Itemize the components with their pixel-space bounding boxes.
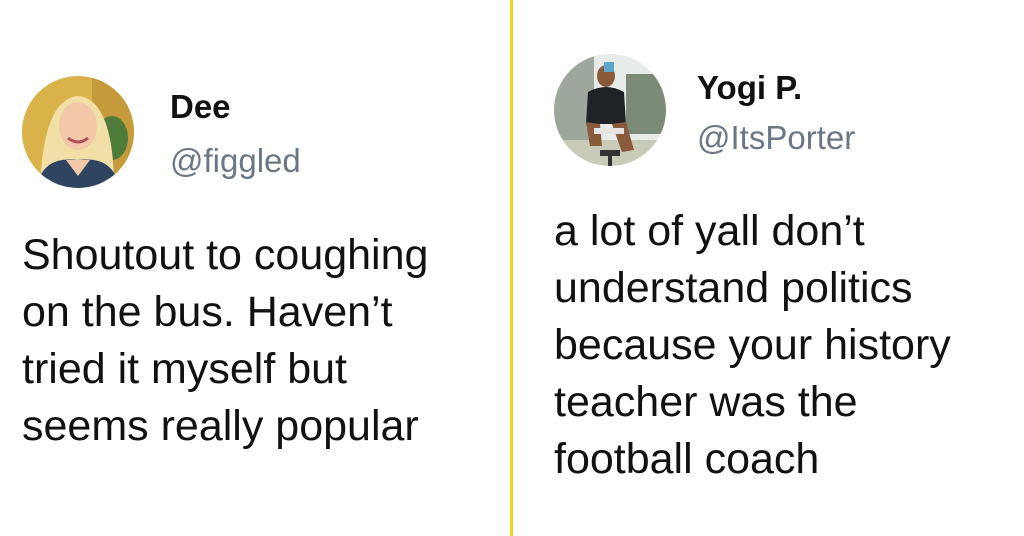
display-name: Yogi P. [697,69,803,106]
tweet-text-line: tried it myself but [22,345,347,393]
avatar-photo-icon [22,76,134,188]
meme-image: Dee @figgled Shoutout to coughing on the… [0,0,1024,536]
tweet-yogi: Yogi P. @ItsPorter a lot of yall don’t u… [513,0,1024,536]
avatar [554,54,666,166]
avatar [22,76,134,188]
user-handle: @figgled [170,142,301,179]
tweet-text-line: seems really popular [22,402,419,450]
tweet-text-line: football coach [554,435,820,483]
avatar-photo-icon [554,54,666,166]
user-handle: @ItsPorter [697,119,856,156]
tweet-text-line: a lot of yall don’t [554,207,865,255]
tweet-text-line: because your history [554,321,951,369]
tweet-text-line: understand politics [554,264,913,312]
tweet-text-line: teacher was the [554,378,858,426]
tweet-text: Shoutout to coughing on the bus. Haven’t… [22,227,428,455]
tweet-text-line: Shoutout to coughing [22,231,429,279]
tweet-text: a lot of yall don’t understand politics … [554,203,951,488]
tweet-text-line: on the bus. Haven’t [22,288,393,336]
display-name: Dee [170,88,231,125]
tweet-dee: Dee @figgled Shoutout to coughing on the… [0,0,510,536]
